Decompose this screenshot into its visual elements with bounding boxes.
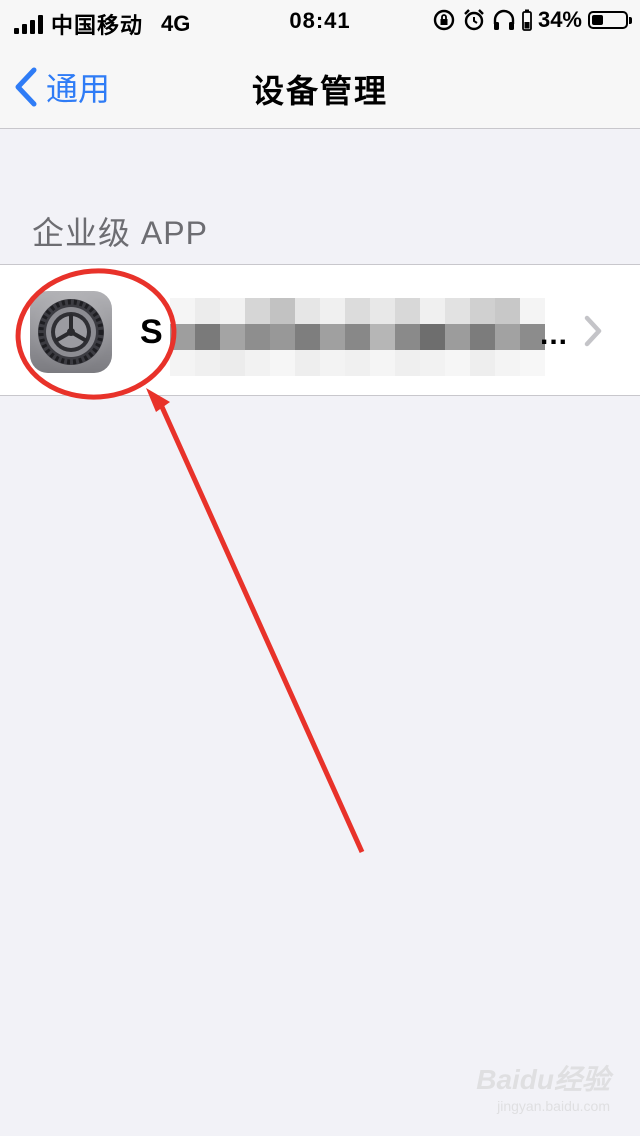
redaction-pixel	[345, 350, 370, 376]
redaction-pixel	[220, 298, 245, 324]
redaction-pixel	[270, 324, 295, 350]
redaction-pixel	[270, 350, 295, 376]
redaction-pixel	[320, 298, 345, 324]
redaction-pixel	[170, 324, 195, 350]
redaction-pixel	[245, 324, 270, 350]
headphones-icon	[493, 9, 515, 30]
redaction-pixel	[345, 298, 370, 324]
redaction-pixel	[470, 350, 495, 376]
alarm-icon	[464, 9, 484, 31]
watermark-brand: Baidu经验	[476, 1064, 610, 1095]
profile-name: S	[140, 313, 163, 351]
pixelated-redaction	[170, 298, 545, 376]
redaction-pixel	[220, 350, 245, 376]
redaction-pixel	[445, 298, 470, 324]
redaction-pixel	[495, 324, 520, 350]
settings-gear-icon	[30, 291, 112, 373]
redaction-pixel	[445, 324, 470, 350]
redaction-pixel	[320, 350, 345, 376]
battery-small-icon	[522, 9, 532, 31]
status-bar: 中国移动 4G 08:41 34%	[0, 0, 640, 40]
redaction-pixel	[495, 350, 520, 376]
redaction-pixel	[470, 298, 495, 324]
truncation-ellipsis: ...	[540, 318, 569, 351]
annotation-arrow	[155, 396, 365, 854]
redaction-pixel	[295, 350, 320, 376]
redaction-pixel	[270, 298, 295, 324]
watermark-logo: Baidu经验 jingyan.baidu.com	[476, 1058, 610, 1114]
redaction-pixel	[420, 324, 445, 350]
redaction-pixel	[520, 350, 545, 376]
navigation-bar: 通用 设备管理	[0, 40, 640, 129]
redaction-pixel	[420, 298, 445, 324]
redaction-pixel	[395, 350, 420, 376]
orientation-lock-icon	[433, 9, 455, 31]
redaction-pixel	[345, 324, 370, 350]
redaction-pixel	[170, 298, 195, 324]
page-title: 设备管理	[251, 73, 388, 109]
redaction-pixel	[470, 324, 495, 350]
redaction-pixel	[245, 350, 270, 376]
battery-percent: 34%	[537, 7, 582, 32]
redaction-pixel	[195, 350, 220, 376]
redaction-pixel	[370, 350, 395, 376]
watermark-url: jingyan.baidu.com	[497, 1098, 610, 1114]
redaction-pixel	[170, 350, 195, 376]
redaction-pixel	[320, 324, 345, 350]
redaction-pixel	[195, 298, 220, 324]
redaction-pixel	[370, 324, 395, 350]
redaction-pixel	[370, 298, 395, 324]
annotation-overlay	[15, 268, 365, 854]
redaction-pixel	[245, 298, 270, 324]
redaction-pixel	[295, 298, 320, 324]
redaction-pixel	[420, 350, 445, 376]
redaction-pixel	[195, 324, 220, 350]
redaction-pixel	[445, 350, 470, 376]
redaction-pixel	[220, 324, 245, 350]
redaction-pixel	[295, 324, 320, 350]
redaction-pixel	[395, 324, 420, 350]
section-header-enterprise-app: 企业级 APP	[32, 215, 208, 251]
chevron-right-icon	[584, 315, 602, 347]
redaction-pixel	[495, 298, 520, 324]
battery-icon	[588, 11, 632, 29]
redaction-pixel	[395, 298, 420, 324]
